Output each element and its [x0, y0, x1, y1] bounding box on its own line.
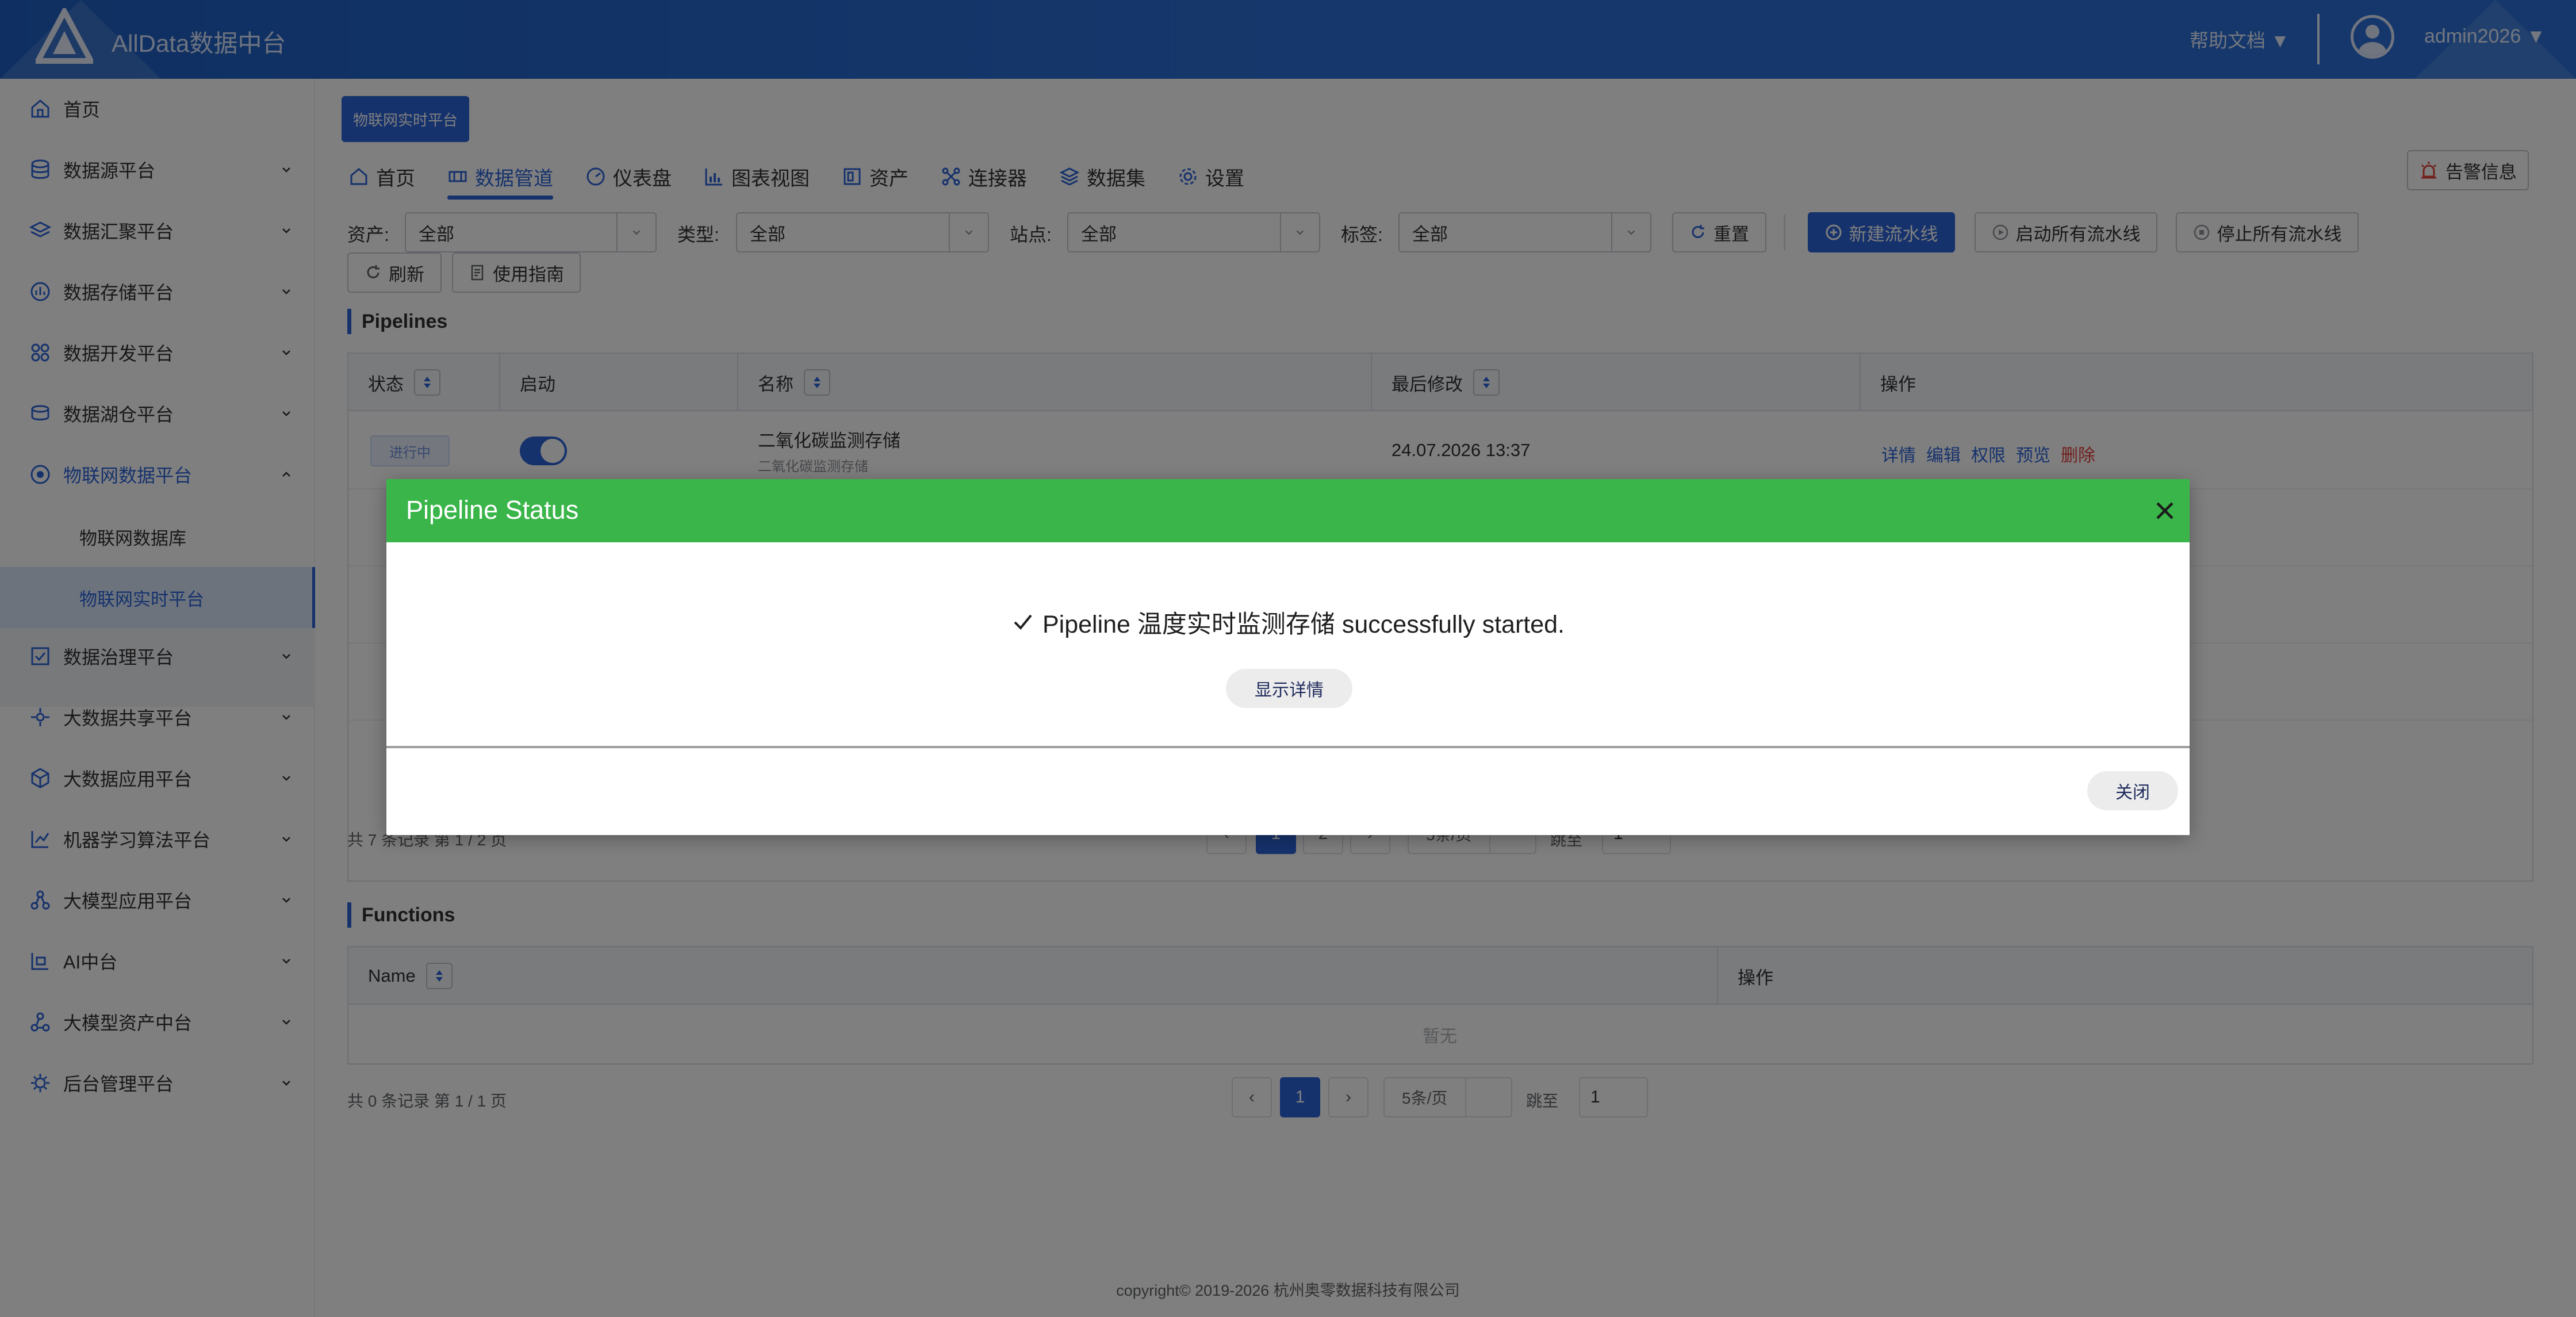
pipeline-status-dialog: Pipeline Status Pipeline 温度实时监测存储 succes…: [386, 479, 2190, 835]
dialog-title: Pipeline Status: [406, 495, 579, 524]
checkmark-icon: [1014, 614, 1032, 630]
dialog-header: Pipeline Status: [386, 479, 2190, 542]
close-icon[interactable]: [2153, 499, 2177, 523]
dialog-divider: [386, 746, 2190, 748]
dialog-message-text: Pipeline 温度实时监测存储 successfully started.: [1042, 611, 1565, 638]
close-button[interactable]: 关闭: [2087, 771, 2178, 810]
dialog-message: Pipeline 温度实时监测存储 successfully started.: [386, 604, 2190, 640]
show-details-button[interactable]: 显示详情: [1226, 669, 1352, 708]
